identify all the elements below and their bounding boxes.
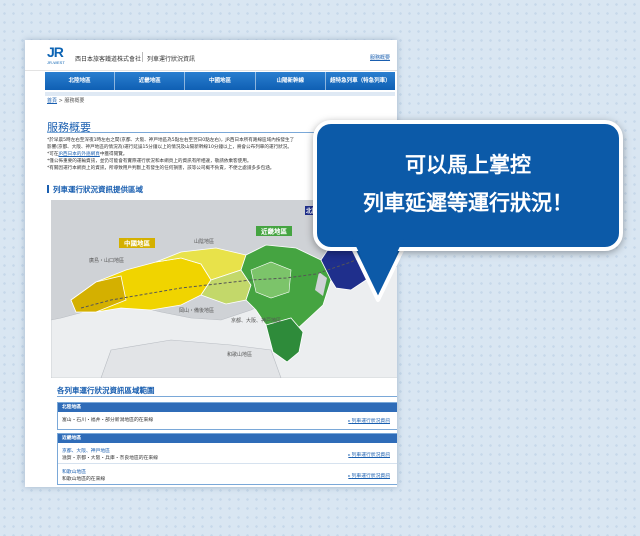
row-region-text: 和歌山地區的在來線 bbox=[62, 477, 106, 482]
map-label-wakayama: 和歌山地區 bbox=[227, 351, 252, 358]
subnav-strip bbox=[45, 92, 395, 96]
nav-hokuriku[interactable]: 北陸地區 bbox=[45, 72, 116, 90]
row-description: 京都、大阪、神戸地區 滋賀・京都・大阪・兵庫・奈良地區的在來線 bbox=[62, 447, 158, 461]
breadcrumb-current: 服務概要 bbox=[64, 98, 85, 104]
site-header: JR JR-WEST 西日本旅客鐵道株式會社 列車運行狀況資訊 服務概要 bbox=[25, 40, 397, 71]
heading-bar bbox=[47, 185, 49, 193]
logo-subtitle: JR-WEST bbox=[47, 60, 65, 65]
breadcrumb-home[interactable]: 首頁 bbox=[47, 98, 57, 104]
site-name: 列車運行狀況資訊 bbox=[147, 56, 196, 63]
callout-line-2: 列車延遲等運行狀況！ bbox=[363, 191, 573, 215]
map-label-kinki: 近畿地區 bbox=[261, 227, 288, 236]
map-label-kyoto-osaka-kobe: 京都、大阪、神戸地區 bbox=[231, 317, 281, 324]
breadcrumb: 首頁 > 服務概要 bbox=[47, 97, 84, 104]
row-description: 富山・石川・福井・部分新潟地區的在來線 bbox=[62, 418, 154, 423]
company-name: 西日本旅客鐵道株式會社 bbox=[75, 56, 142, 63]
intro-line: *有關因運行本網頁上的資訊，所導致用戶判斷上有發生的任何損害，該等公司概不負責，… bbox=[47, 166, 275, 171]
map-label-okayama: 岡山・備後地區 bbox=[179, 307, 214, 314]
intro-line-prefix: *可在 bbox=[47, 152, 59, 157]
map-label-chugoku: 中國地區 bbox=[124, 239, 151, 248]
table-row: 和歌山地區 和歌山地區的在來線 列車運行狀況資訊 bbox=[58, 464, 397, 484]
callout-bubble: 可以馬上掌控 列車延遲等運行狀況！ bbox=[313, 120, 623, 251]
table-header: 近畿地區 bbox=[58, 434, 397, 443]
intro-line: *可在JR西日本的外語網頁中獲得閱覽。 bbox=[47, 151, 337, 158]
breadcrumb-separator: > bbox=[58, 98, 63, 104]
train-status-link[interactable]: 列車運行狀況資訊 bbox=[348, 472, 390, 479]
callout-line-1: 可以馬上掌控 bbox=[405, 153, 531, 177]
region-table-kinki: 近畿地區 京都、大阪、神戸地區 滋賀・京都・大阪・兵庫・奈良地區的在來線 列車運… bbox=[57, 433, 397, 485]
foreign-language-link[interactable]: JR西日本的外語網頁 bbox=[59, 152, 100, 157]
nav-chugoku[interactable]: 中國地區 bbox=[185, 72, 256, 90]
map-label-hiroshima: 廣島・山口地區 bbox=[89, 257, 124, 264]
browser-page: JR JR-WEST 西日本旅客鐵道株式會社 列車運行狀況資訊 服務概要 北陸地… bbox=[25, 40, 397, 487]
map-section-heading: 列車運行狀況資訊提供區域 bbox=[47, 184, 143, 195]
map-label-sanin: 山陰地區 bbox=[194, 238, 214, 245]
map-section-title: 列車運行狀況資訊提供區域 bbox=[53, 185, 143, 194]
header-divider bbox=[142, 52, 143, 62]
region-kinki-light bbox=[250, 261, 292, 299]
row-description: 和歌山地區 和歌山地區的在來線 bbox=[62, 468, 105, 482]
train-status-link[interactable]: 列車運行狀況資訊 bbox=[348, 451, 390, 458]
intro-line: *僅公佈重要的運輸資訊，並仍可能會有實際運行狀況和本網頁上的資訊有所相違，敬請依… bbox=[47, 159, 252, 164]
intro-line: *於早晨5時左右至深夜1時左右之間(京都、大阪、神戸地區為5點左右至翌日0點左右… bbox=[47, 138, 295, 143]
table-row: 京都、大阪、神戸地區 滋賀・京都・大阪・兵庫・奈良地區的在來線 列車運行狀況資訊 bbox=[58, 443, 397, 464]
nav-kinki[interactable]: 近畿地區 bbox=[115, 72, 186, 90]
table-row: 富山・石川・福井・部分新潟地區的在來線 列車運行狀況資訊 bbox=[58, 412, 397, 429]
main-navigation: 北陸地區 近畿地區 中國地區 山陽新幹線 超特急列車（特急列車） bbox=[45, 72, 395, 90]
nav-limited-express[interactable]: 超特急列車（特急列車） bbox=[326, 72, 395, 90]
table-section-heading: 各列車運行狀況資訊區域範圍 bbox=[57, 386, 155, 395]
intro-line: 影響(京都、大阪、神戸地區的情況為)運行延誤15分鐘以上的情況及山陽新幹線10分… bbox=[47, 145, 292, 150]
callout-text: 可以馬上掌控 列車延遲等運行狀況！ bbox=[317, 146, 619, 222]
intro-link-suffix: 中獲得閱覽。 bbox=[99, 152, 128, 157]
row-region-name[interactable]: 和歌山地區 bbox=[62, 468, 105, 475]
train-status-link[interactable]: 列車運行狀況資訊 bbox=[348, 417, 390, 424]
intro-text: *於早晨5時左右至深夜1時左右之間(京都、大阪、神戸地區為5點左右至翌日0點左右… bbox=[47, 137, 337, 172]
service-overview-link[interactable]: 服務概要 bbox=[370, 54, 390, 61]
table-header: 北陸地區 bbox=[58, 403, 397, 412]
region-table-hokuriku: 北陸地區 富山・石川・福井・部分新潟地區的在來線 列車運行狀況資訊 bbox=[57, 402, 397, 430]
row-region-text: 滋賀・京都・大阪・兵庫・奈良地區的在來線 bbox=[62, 456, 158, 461]
nav-sanyo-shinkansen[interactable]: 山陽新幹線 bbox=[256, 72, 326, 90]
row-region-name[interactable]: 京都、大阪、神戸地區 bbox=[62, 447, 158, 454]
table-section-divider bbox=[57, 396, 397, 397]
